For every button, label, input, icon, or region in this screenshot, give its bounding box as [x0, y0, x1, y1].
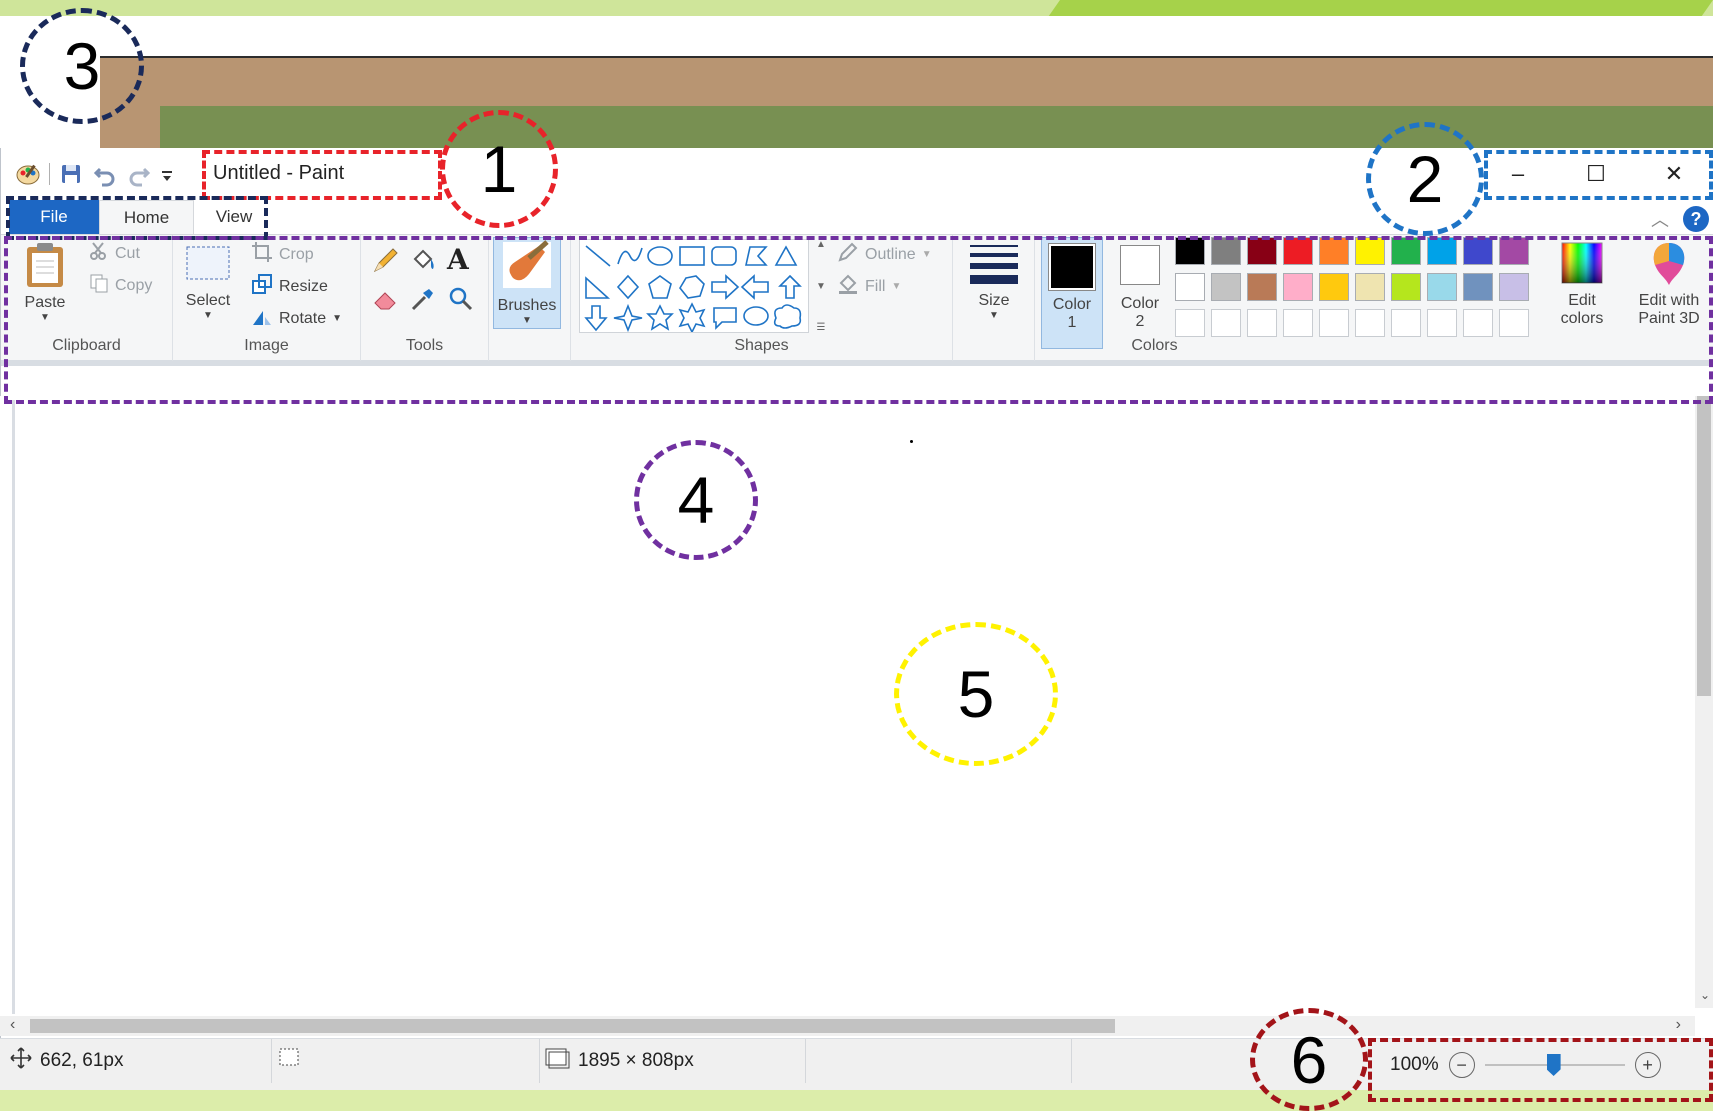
drawing-canvas[interactable]	[12, 400, 1692, 1014]
save-icon[interactable]	[58, 161, 84, 187]
scroll-right-arrow-icon[interactable]: ›	[1676, 1016, 1681, 1034]
canvas-area: ⌄	[0, 396, 1713, 1018]
annotation-box-ribbon	[4, 236, 1713, 404]
cursor-position: 662, 61px	[40, 1050, 124, 1071]
annotation-6: 6	[1250, 1008, 1368, 1111]
vertical-scroll-thumb[interactable]	[1697, 396, 1711, 696]
status-empty-cell	[806, 1039, 1072, 1083]
horizontal-scroll-thumb[interactable]	[30, 1019, 1115, 1033]
canvas-dot	[910, 440, 913, 443]
undo-icon[interactable]	[92, 161, 118, 187]
annotation-1: 1	[440, 110, 558, 228]
canvas-size-cell: 1895 × 808px	[540, 1039, 806, 1083]
annotation-5: 5	[894, 622, 1058, 766]
selection-icon	[278, 1047, 302, 1075]
selection-size-cell	[272, 1039, 540, 1083]
annotation-4: 4	[634, 440, 758, 560]
paint-app-icon[interactable]	[15, 161, 41, 187]
annotation-box-title	[202, 150, 442, 200]
annotation-2: 2	[1366, 122, 1484, 236]
desktop-background-strip	[160, 106, 1713, 150]
scroll-down-arrow-icon[interactable]: ⌄	[1700, 988, 1710, 1002]
annotation-box-tabs	[6, 196, 268, 240]
quick-access-toolbar	[15, 160, 174, 188]
toolbar-separator	[49, 163, 50, 185]
annotation-box-window-controls	[1484, 150, 1713, 200]
collapse-ribbon-icon[interactable]: ︿	[1651, 206, 1669, 232]
ribbon-right-controls: ︿ ?	[1651, 204, 1713, 234]
scroll-left-arrow-icon[interactable]: ‹	[10, 1016, 15, 1034]
canvas-size: 1895 × 808px	[578, 1050, 694, 1071]
move-cursor-icon	[10, 1047, 32, 1075]
help-icon[interactable]: ?	[1683, 206, 1709, 232]
annotation-box-zoom	[1368, 1038, 1713, 1102]
redo-icon[interactable]	[126, 161, 152, 187]
annotation-3: 3	[20, 8, 144, 124]
customize-qat-icon[interactable]	[160, 161, 174, 187]
cursor-position-cell: 662, 61px	[0, 1039, 272, 1083]
canvas-size-icon	[544, 1047, 570, 1075]
horizontal-scrollbar[interactable]: ‹ ›	[0, 1016, 1695, 1036]
vertical-scrollbar[interactable]: ⌄	[1695, 396, 1713, 1008]
